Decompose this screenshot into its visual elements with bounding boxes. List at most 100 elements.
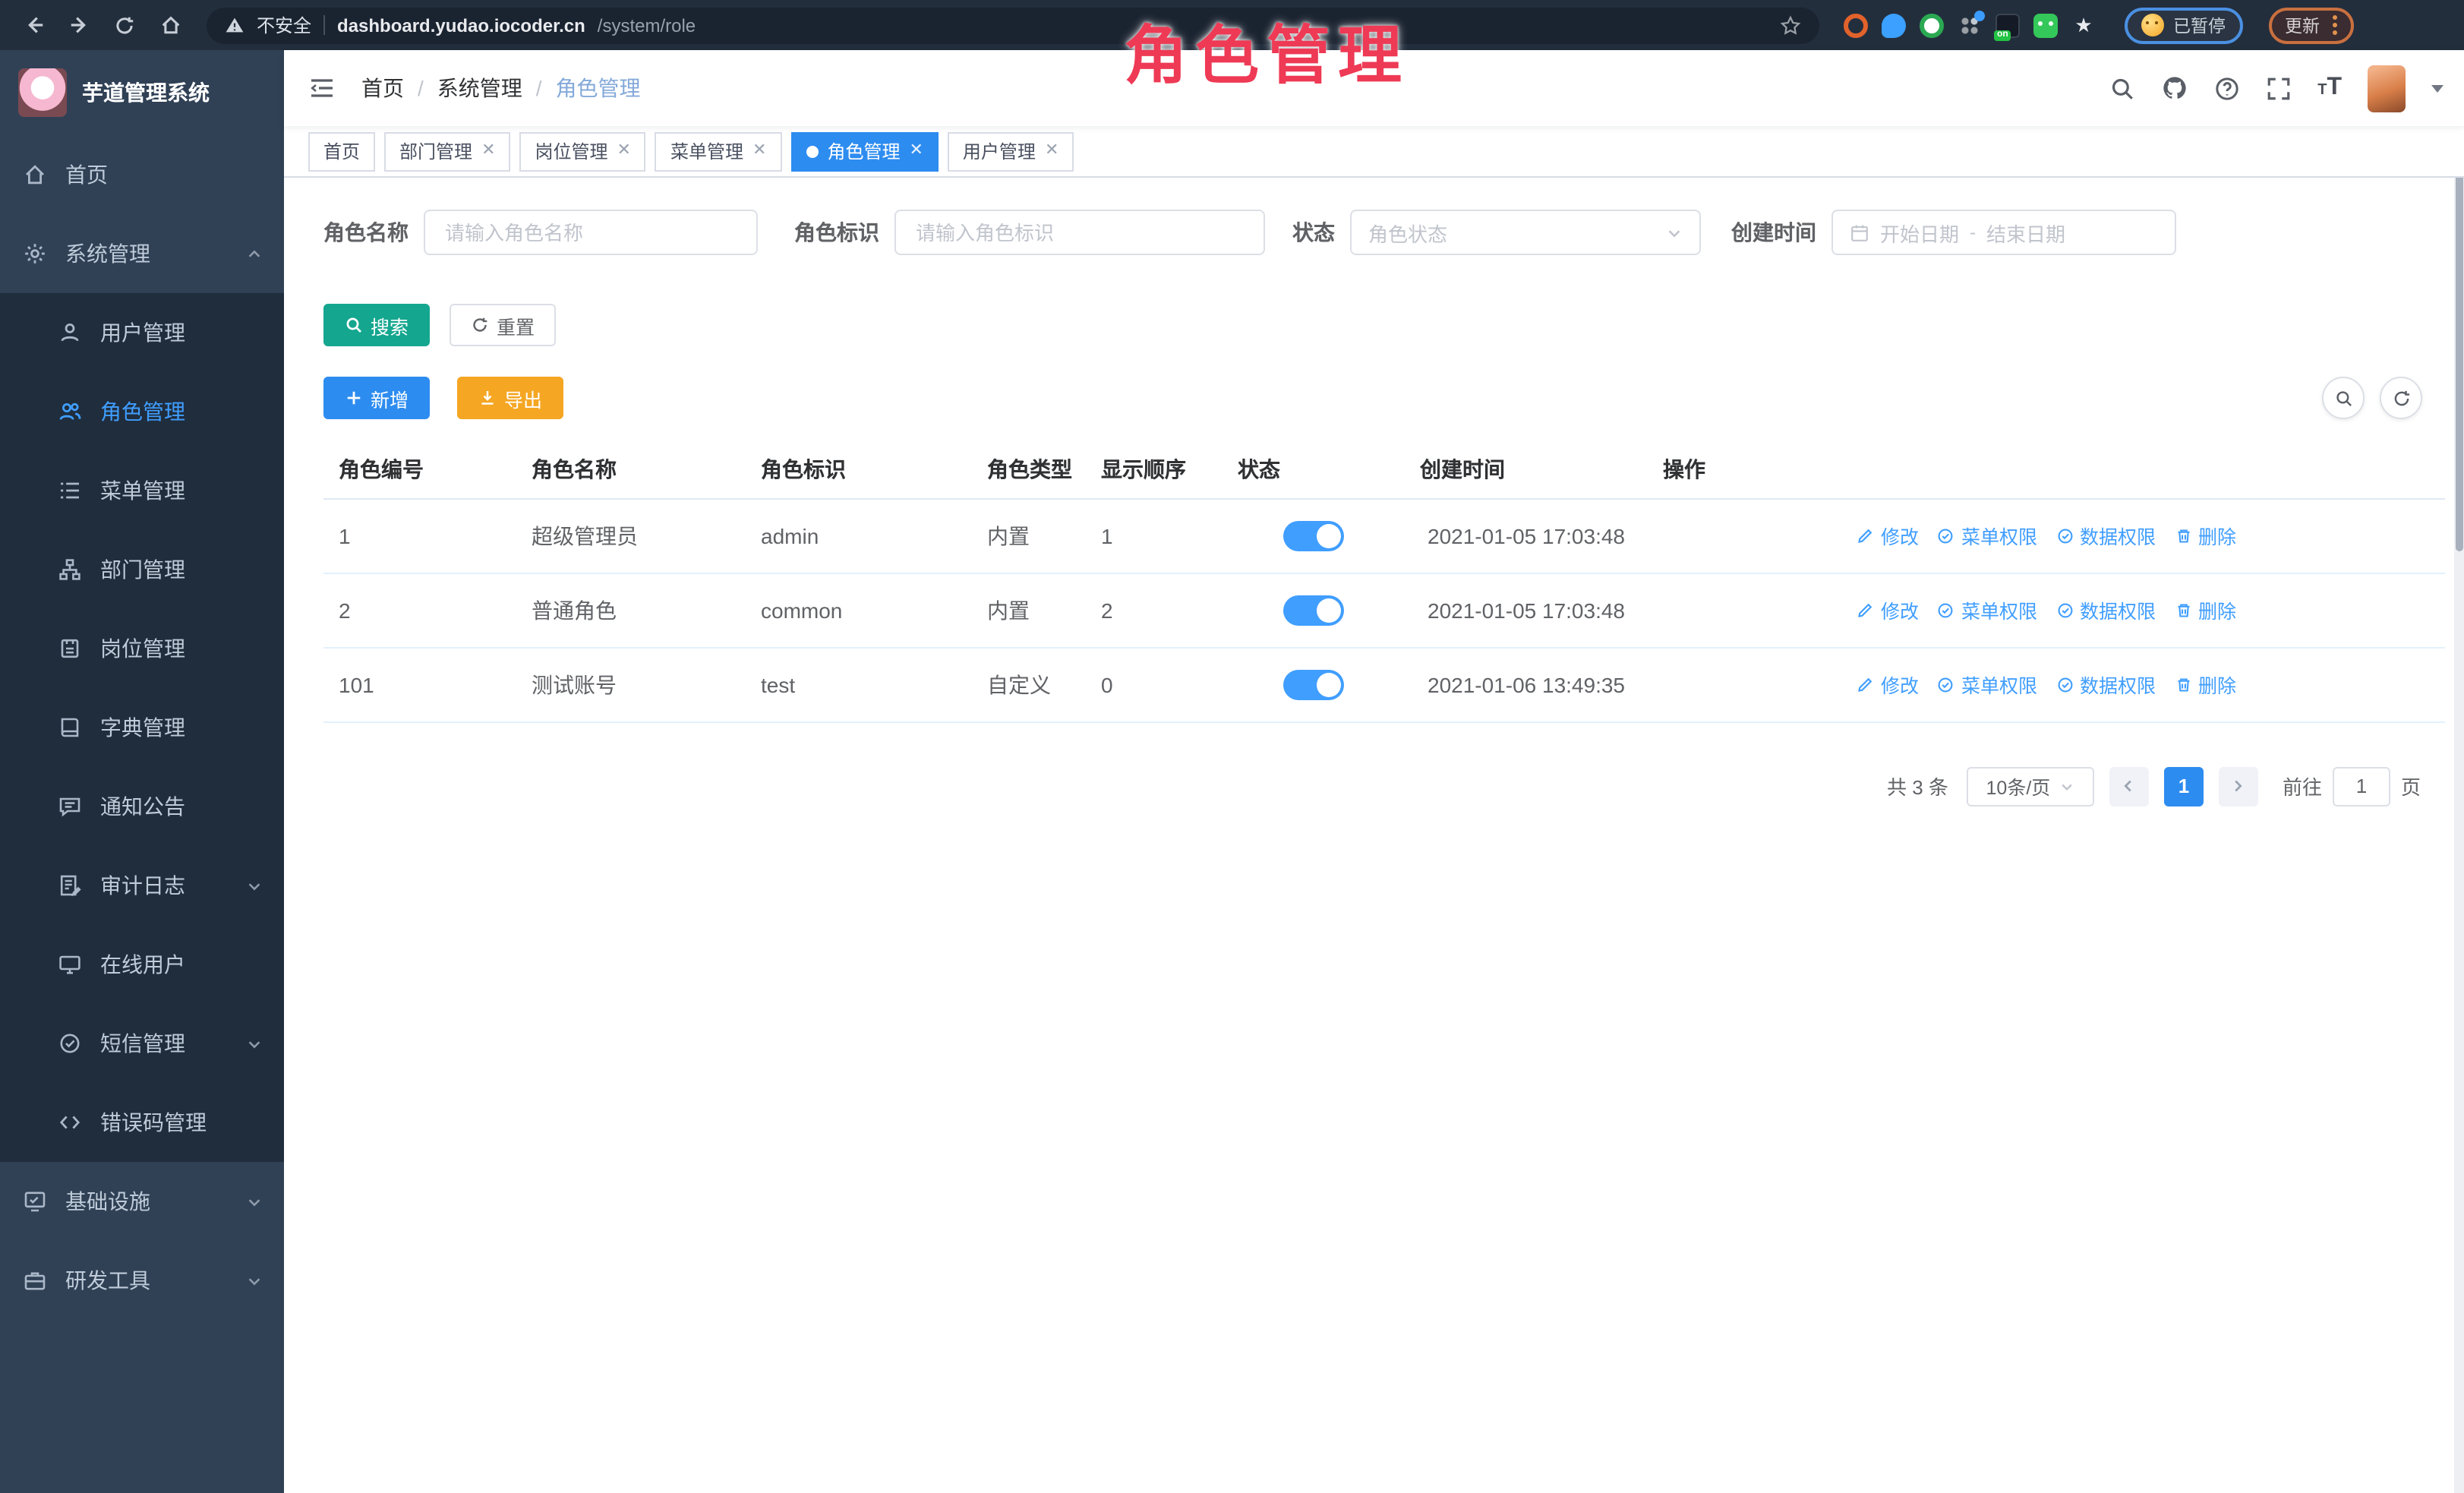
tab-menus[interactable]: 菜单管理✕ xyxy=(655,131,781,171)
online-user-icon xyxy=(58,952,82,977)
menu-permission-link[interactable]: 菜单权限 xyxy=(1937,595,2037,624)
ext-tabs-icon[interactable]: on xyxy=(1995,13,2020,37)
data-permission-link[interactable]: 数据权限 xyxy=(2055,521,2156,550)
cell-role-key: admin xyxy=(746,498,972,573)
address-bar[interactable]: 不安全 dashboard.yudao.iocoder.cn /system/r… xyxy=(207,7,1819,43)
page-scrollbar[interactable] xyxy=(2454,50,2464,1493)
start-date-placeholder[interactable]: 开始日期 xyxy=(1880,218,1959,247)
ext-target-icon[interactable] xyxy=(1844,13,1868,37)
next-page-button[interactable] xyxy=(2219,766,2258,806)
gear-icon xyxy=(23,241,47,266)
breadcrumb-home[interactable]: 首页 xyxy=(361,73,404,103)
tab-roles[interactable]: 角色管理✕ xyxy=(790,131,938,171)
browser-update-button[interactable]: 更新 xyxy=(2268,7,2353,43)
sidebar-item-system[interactable]: 系统管理 xyxy=(0,214,284,293)
menu-permission-link[interactable]: 菜单权限 xyxy=(1937,521,2037,550)
breadcrumb-separator: / xyxy=(536,76,542,100)
col-role-id: 角色编号 xyxy=(323,440,516,498)
tab-users[interactable]: 用户管理✕ xyxy=(948,131,1074,171)
sidebar-item-dicts[interactable]: 字典管理 xyxy=(0,688,284,767)
sidebar-item-posts[interactable]: 岗位管理 xyxy=(0,609,284,688)
ext-drop-icon[interactable] xyxy=(1882,13,1906,37)
date-range-picker[interactable]: 开始日期 - 结束日期 xyxy=(1831,210,2176,255)
sidebar-logo-row[interactable]: 芋道管理系统 xyxy=(0,50,284,135)
sidebar-item-departments[interactable]: 部门管理 xyxy=(0,530,284,609)
page-number-current[interactable]: 1 xyxy=(2164,766,2204,806)
browser-forward-icon[interactable] xyxy=(61,7,97,43)
sidebar-item-online-users[interactable]: 在线用户 xyxy=(0,925,284,1004)
status-toggle[interactable] xyxy=(1283,595,1344,625)
status-toggle[interactable] xyxy=(1283,520,1344,551)
security-label[interactable]: 不安全 xyxy=(257,12,311,38)
edit-link[interactable]: 修改 xyxy=(1857,521,1919,550)
edit-link[interactable]: 修改 xyxy=(1857,595,1919,624)
export-button[interactable]: 导出 xyxy=(457,377,563,419)
github-icon[interactable] xyxy=(2161,74,2188,102)
ext-green-circle-icon[interactable] xyxy=(1920,13,1944,37)
edit-link[interactable]: 修改 xyxy=(1857,670,1919,699)
sidebar-item-error-codes[interactable]: 错误码管理 xyxy=(0,1083,284,1162)
fullscreen-icon[interactable] xyxy=(2266,75,2292,101)
close-icon[interactable]: ✕ xyxy=(481,143,495,159)
tab-home[interactable]: 首页 xyxy=(308,131,375,171)
sidebar-item-sms[interactable]: 短信管理 xyxy=(0,1004,284,1083)
font-size-icon[interactable]: TT xyxy=(2317,76,2342,100)
help-icon[interactable] xyxy=(2214,75,2240,101)
sidebar-item-infrastructure[interactable]: 基础设施 xyxy=(0,1162,284,1241)
refresh-table-button[interactable] xyxy=(2380,377,2422,419)
search-icon[interactable] xyxy=(2109,75,2135,101)
close-icon[interactable]: ✕ xyxy=(617,143,631,159)
browser-back-icon[interactable] xyxy=(15,7,52,43)
range-separator: - xyxy=(1970,222,1976,243)
avatar-caret-icon[interactable] xyxy=(2431,84,2443,92)
status-toggle[interactable] xyxy=(1283,669,1344,699)
ext-robot-icon[interactable] xyxy=(2033,13,2058,37)
browser-menu-kebab-icon[interactable] xyxy=(2332,15,2336,35)
sidebar-item-audit-logs[interactable]: 审计日志 xyxy=(0,846,284,925)
data-permission-link[interactable]: 数据权限 xyxy=(2055,595,2156,624)
tab-posts[interactable]: 岗位管理✕ xyxy=(520,131,646,171)
browser-reload-icon[interactable] xyxy=(106,7,143,43)
sidebar-item-notices[interactable]: 通知公告 xyxy=(0,767,284,846)
ext-star-icon[interactable]: ★ xyxy=(2071,13,2096,37)
extension-paused-pill[interactable]: 已暂停 xyxy=(2125,7,2242,43)
tab-departments[interactable]: 部门管理✕ xyxy=(384,131,510,171)
sidebar-item-roles[interactable]: 角色管理 xyxy=(0,372,284,451)
delete-link[interactable]: 删除 xyxy=(2174,595,2236,624)
sidebar-item-home[interactable]: 首页 xyxy=(0,135,284,214)
search-button[interactable]: 搜索 xyxy=(323,304,430,346)
sidebar-item-label: 岗位管理 xyxy=(100,633,263,664)
goto-page-input[interactable] xyxy=(2333,766,2390,806)
sidebar-item-users[interactable]: 用户管理 xyxy=(0,293,284,372)
breadcrumb: 首页 / 系统管理 / 角色管理 xyxy=(361,73,641,103)
role-name-input[interactable] xyxy=(442,219,740,245)
reset-button[interactable]: 重置 xyxy=(450,304,556,346)
audit-log-icon xyxy=(58,873,82,898)
page-size-select[interactable]: 10条/页 xyxy=(1967,766,2094,806)
end-date-placeholder[interactable]: 结束日期 xyxy=(1986,218,2065,247)
calendar-icon xyxy=(1850,223,1869,242)
breadcrumb-system[interactable]: 系统管理 xyxy=(437,73,522,103)
status-select[interactable]: 角色状态 xyxy=(1350,210,1701,255)
data-permission-link[interactable]: 数据权限 xyxy=(2055,670,2156,699)
delete-link[interactable]: 删除 xyxy=(2174,670,2236,699)
status-placeholder: 角色状态 xyxy=(1368,218,1447,247)
add-button[interactable]: 新增 xyxy=(323,377,430,419)
browser-home-icon[interactable] xyxy=(152,7,188,43)
ext-grid-icon[interactable] xyxy=(1958,13,1982,37)
security-warning-icon[interactable] xyxy=(225,15,245,35)
close-icon[interactable]: ✕ xyxy=(1045,143,1058,159)
bookmark-star-icon[interactable] xyxy=(1780,14,1801,36)
toggle-search-button[interactable] xyxy=(2322,377,2365,419)
sidebar-toggle-icon[interactable] xyxy=(308,74,336,102)
delete-link[interactable]: 删除 xyxy=(2174,521,2236,550)
role-key-input[interactable] xyxy=(913,219,1247,245)
sidebar-item-menus[interactable]: 菜单管理 xyxy=(0,451,284,530)
close-icon[interactable]: ✕ xyxy=(909,143,923,159)
prev-page-button[interactable] xyxy=(2109,766,2149,806)
menu-permission-link[interactable]: 菜单权限 xyxy=(1937,670,2037,699)
chevron-up-icon xyxy=(246,245,263,262)
sidebar-item-dev-tools[interactable]: 研发工具 xyxy=(0,1241,284,1320)
user-avatar[interactable] xyxy=(2368,65,2406,112)
close-icon[interactable]: ✕ xyxy=(752,143,766,159)
